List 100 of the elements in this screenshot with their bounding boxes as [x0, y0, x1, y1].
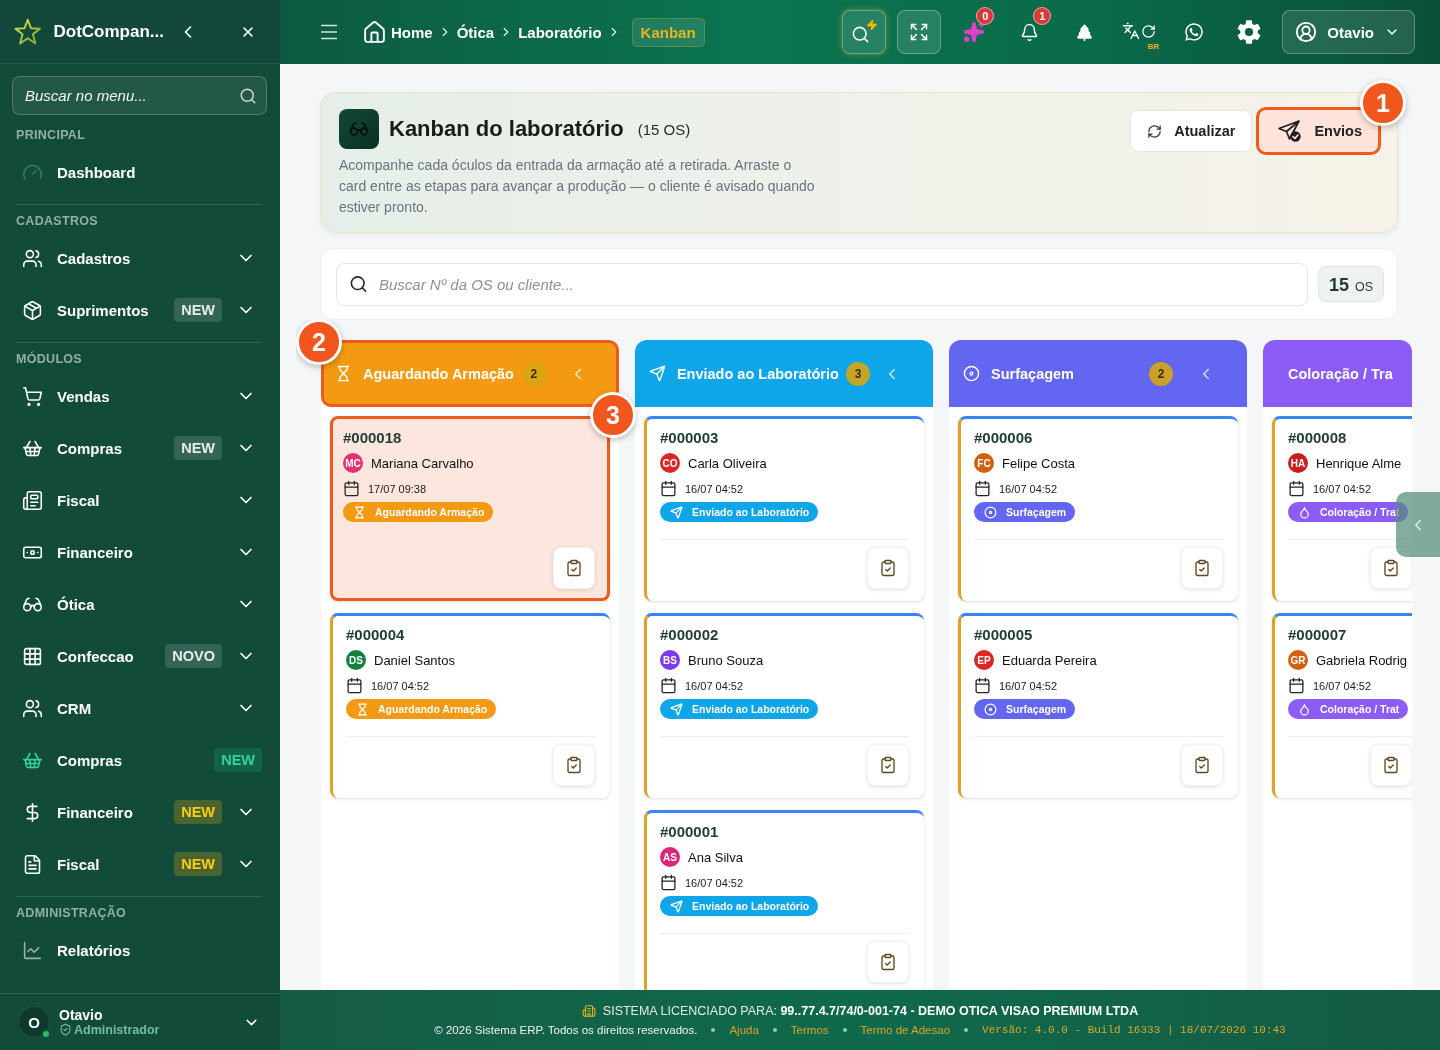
customer-avatar: AS	[660, 847, 680, 867]
glasses-icon	[339, 109, 379, 149]
search-icon	[349, 274, 368, 294]
section-title: CADASTROS	[16, 213, 98, 229]
checklist-button[interactable]	[1181, 547, 1223, 589]
house-icon	[362, 19, 387, 45]
nav-item[interactable]: Compras	[22, 742, 215, 778]
calendar-icon	[660, 677, 677, 694]
clipboard-check-icon	[879, 559, 897, 577]
customer-name: Eduarda Pereira	[1002, 652, 1097, 668]
fullscreen-button[interactable]	[897, 10, 942, 54]
sparkles-icon	[963, 21, 986, 43]
license-text: SISTEMA LICENCIADO PARA: 99..77.4.7/74/0-001-74 - DEMO OTICA VISAO PREMIUM LTDA	[602, 1004, 1139, 1018]
calendar-icon	[974, 677, 991, 694]
customer-avatar: EP	[974, 650, 994, 670]
order-search-field[interactable]: Buscar Nº da OS ou cliente...	[336, 262, 1308, 306]
checklist-button[interactable]	[867, 941, 909, 983]
copyright-text: © 2026 Sistema ERP. Todos os direitos reservados.	[434, 1024, 698, 1036]
customer-name: Henrique Alme	[1316, 455, 1402, 471]
clipboard-check-icon	[1193, 559, 1211, 577]
nav-item[interactable]: Confeccao	[22, 638, 166, 674]
stage-label: Aguardando Armação	[378, 703, 488, 715]
step-number-badge: 2	[296, 320, 342, 365]
order-date: 16/07 04:52	[685, 679, 744, 692]
customer-avatar: GR	[1288, 650, 1308, 670]
customer-name: Bruno Souza	[688, 652, 764, 668]
nav-item[interactable]: Ótica	[22, 586, 222, 622]
count-badge: 0	[976, 7, 995, 25]
checklist-button[interactable]	[867, 744, 909, 786]
building-icon	[581, 1004, 596, 1018]
paper-plane-icon	[649, 365, 666, 382]
nav-item[interactable]: Dashboard	[22, 154, 262, 190]
order-number: #000007	[1288, 625, 1347, 645]
settings-icon	[1236, 19, 1263, 45]
calendar-icon	[343, 480, 360, 497]
paper-plane-icon	[670, 702, 683, 716]
nav-item[interactable]: Suprimentos	[22, 292, 175, 328]
order-card[interactable]: #000005 EP Eduarda Pereira 16/07 04:52 Surfaçagem	[958, 613, 1238, 798]
order-number: #000001	[660, 822, 719, 842]
order-date: 17/07 09:38	[368, 482, 427, 495]
people-icon	[22, 697, 43, 719]
nav-item[interactable]: Financeiro	[22, 534, 222, 570]
checklist-button[interactable]	[553, 547, 595, 589]
people-icon	[22, 247, 43, 269]
order-date: 16/07 04:52	[999, 679, 1058, 692]
user-menu-button[interactable]: Otavio	[1282, 10, 1415, 54]
nav-item[interactable]: Compras	[22, 430, 175, 466]
box-icon	[22, 299, 43, 321]
nav-item[interactable]: CRM	[22, 690, 222, 726]
order-card[interactable]: #000008 HA Henrique Alme 16/07 04:52 Coloração / Trat	[1272, 416, 1412, 601]
breadcrumb-link[interactable]: Ótica	[456, 23, 495, 41]
order-card[interactable]: #000004 DS Daniel Santos 16/07 04:52 Aguardando Armação	[330, 613, 610, 798]
order-card[interactable]: #000003 CO Carla Oliveira 16/07 04:52 Enviado ao Laboratório	[644, 416, 924, 601]
checklist-button[interactable]	[1370, 547, 1412, 589]
brand-name: DotCompan...	[53, 21, 164, 42]
breadcrumb-link[interactable]: Home	[362, 19, 433, 45]
nav-item[interactable]: Vendas	[22, 378, 222, 414]
checklist-button[interactable]	[553, 744, 595, 786]
checklist-button[interactable]	[867, 547, 909, 589]
order-card[interactable]: #000007 GR Gabriela Rodrig 16/07 04:52 Coloração / Trat	[1272, 613, 1412, 798]
order-date: 16/07 04:52	[685, 876, 744, 889]
count-badge: 3	[846, 361, 870, 386]
disc-icon	[984, 505, 997, 519]
clipboard-check-icon	[565, 756, 583, 774]
order-date: 16/07 04:52	[999, 482, 1058, 495]
customer-name: Felipe Costa	[1002, 455, 1075, 471]
menu-badge: NOVO	[165, 644, 222, 668]
clipboard-check-icon	[1193, 756, 1211, 774]
calendar-icon	[660, 480, 677, 497]
order-number: #000004	[346, 625, 405, 645]
nav-item[interactable]: Financeiro	[22, 794, 175, 830]
stage-label: Aguardando Armação	[375, 506, 485, 518]
step-number-badge: 1	[1360, 80, 1406, 126]
nav-item[interactable]: Fiscal	[22, 482, 222, 518]
order-date: 16/07 04:52	[1313, 482, 1372, 495]
order-card[interactable]: #000002 BS Bruno Souza 16/07 04:52 Enviado ao Laboratório	[644, 613, 924, 798]
nav-item[interactable]: Cadastros	[22, 240, 222, 276]
nav-item[interactable]: Relatórios	[22, 932, 262, 968]
refresh-button[interactable]: Atualizar	[1130, 110, 1253, 152]
document-icon	[22, 853, 43, 875]
order-number: #000003	[660, 428, 719, 448]
order-card[interactable]: #000001 AS Ana Silva 16/07 04:52 Enviado ao Laboratório	[644, 810, 924, 990]
line-chart-icon	[22, 939, 43, 961]
user-avatar: O	[18, 1006, 50, 1038]
checklist-button[interactable]	[1181, 744, 1223, 786]
breadcrumb-link[interactable]: Laboratório	[518, 23, 602, 41]
order-number: #000006	[974, 428, 1033, 448]
order-card[interactable]: #000006 FC Felipe Costa 16/07 04:52 Surfaçagem	[958, 416, 1238, 601]
stage-label: Surfaçagem	[1006, 703, 1067, 715]
refresh-icon	[1147, 123, 1163, 139]
nav-item[interactable]: Fiscal	[22, 846, 175, 882]
calendar-icon	[346, 677, 363, 694]
checklist-button[interactable]	[1370, 744, 1412, 786]
count-badge: 1	[1033, 7, 1052, 25]
quick-search-button[interactable]	[842, 10, 887, 54]
count-badge: 2	[521, 361, 546, 386]
hourglass-icon	[356, 702, 369, 716]
order-date: 16/07 04:52	[371, 679, 430, 692]
paper-plane-icon	[670, 505, 683, 519]
section-title: PRINCIPAL	[16, 127, 86, 143]
